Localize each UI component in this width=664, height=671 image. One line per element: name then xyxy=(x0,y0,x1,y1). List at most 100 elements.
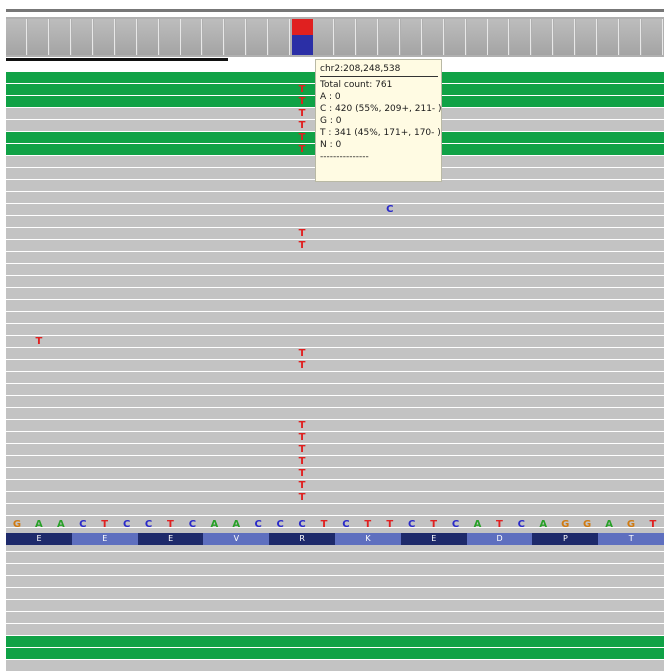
aligned-read[interactable] xyxy=(6,624,664,635)
coverage-bar[interactable] xyxy=(6,19,27,55)
aligned-read[interactable] xyxy=(6,348,664,359)
aligned-read[interactable] xyxy=(6,552,664,563)
coverage-bar[interactable] xyxy=(378,19,400,55)
amino-acid: T xyxy=(598,533,664,545)
aligned-read[interactable] xyxy=(6,492,664,503)
reference-base: A xyxy=(56,519,65,530)
aligned-read[interactable] xyxy=(6,420,664,431)
mismatch-base: T xyxy=(35,336,43,347)
aligned-read[interactable] xyxy=(6,336,664,347)
coverage-bar[interactable] xyxy=(115,19,137,55)
coverage-bar[interactable] xyxy=(181,19,203,55)
mismatch-base: T xyxy=(298,480,306,491)
aligned-read[interactable] xyxy=(6,396,664,407)
aligned-read[interactable] xyxy=(6,504,664,515)
aligned-read[interactable] xyxy=(6,288,664,299)
mismatch-base: T xyxy=(298,468,306,479)
aligned-read[interactable] xyxy=(6,600,664,611)
coverage-bar[interactable] xyxy=(554,19,576,55)
aligned-read[interactable] xyxy=(6,432,664,443)
reference-base: G xyxy=(561,519,570,530)
aligned-read[interactable] xyxy=(6,276,664,287)
mismatch-base: T xyxy=(298,132,306,143)
coverage-bar[interactable] xyxy=(488,19,510,55)
aligned-read[interactable] xyxy=(6,216,664,227)
coverage-bar[interactable] xyxy=(203,19,225,55)
mismatch-base: T xyxy=(298,120,306,131)
mismatch-base: T xyxy=(298,456,306,467)
aligned-read[interactable] xyxy=(6,300,664,311)
aligned-read[interactable] xyxy=(6,636,664,647)
reference-base: C xyxy=(298,519,306,530)
tooltip-count-c: C : 420 (55%, 209+, 211- ) xyxy=(320,104,442,114)
reference-base: A xyxy=(605,519,613,530)
aligned-read[interactable] xyxy=(6,480,664,491)
mismatch-base: T xyxy=(298,492,306,503)
coverage-bar[interactable] xyxy=(466,19,488,55)
reference-sequence-track: GAACTCCTCAACCCTCTTCTCATCAGGAGT xyxy=(6,518,664,532)
aligned-read[interactable] xyxy=(6,228,664,239)
reference-base: C xyxy=(342,519,350,530)
coverage-bar[interactable] xyxy=(620,19,642,55)
aligned-read[interactable] xyxy=(6,456,664,467)
tooltip-locus: chr2:208,248,538 xyxy=(320,64,401,74)
coverage-bar[interactable] xyxy=(269,19,291,55)
coverage-bar[interactable] xyxy=(356,19,378,55)
translation-track: EEEVRKEDPT xyxy=(6,533,664,545)
aligned-read[interactable] xyxy=(6,588,664,599)
reference-base: T xyxy=(320,519,328,530)
tooltip-count-a: A : 0 xyxy=(320,92,341,102)
aligned-read[interactable] xyxy=(6,468,664,479)
aligned-read[interactable] xyxy=(6,660,664,671)
coverage-bar[interactable] xyxy=(93,19,115,55)
coverage-bar[interactable] xyxy=(27,19,49,55)
aligned-read[interactable] xyxy=(6,312,664,323)
coverage-bar[interactable] xyxy=(641,19,663,55)
coverage-variant-bar[interactable] xyxy=(291,19,313,55)
reference-base: A xyxy=(232,519,241,530)
coverage-bar[interactable] xyxy=(334,19,356,55)
coverage-bar[interactable] xyxy=(71,19,93,55)
coverage-bar[interactable] xyxy=(313,19,335,55)
tooltip-total-count: Total count: 761 xyxy=(320,80,393,90)
reference-base: T xyxy=(386,519,394,530)
reference-base: T xyxy=(430,519,438,530)
amino-acid: V xyxy=(203,533,270,545)
aligned-read[interactable] xyxy=(6,324,664,335)
reference-base: T xyxy=(649,519,657,530)
amino-acid: K xyxy=(335,533,401,545)
aligned-read[interactable] xyxy=(6,576,664,587)
mismatch-base: T xyxy=(298,432,306,443)
aligned-read[interactable] xyxy=(6,648,664,659)
coverage-bar[interactable] xyxy=(532,19,554,55)
aligned-read[interactable] xyxy=(6,408,664,419)
aligned-read[interactable] xyxy=(6,252,664,263)
aligned-read[interactable] xyxy=(6,372,664,383)
coverage-bar[interactable] xyxy=(49,19,71,55)
coverage-bar[interactable] xyxy=(510,19,532,55)
aligned-read[interactable] xyxy=(6,240,664,251)
coverage-track[interactable] xyxy=(6,17,664,57)
coverage-bar[interactable] xyxy=(247,19,269,55)
amino-acid: E xyxy=(400,533,467,545)
coverage-bar[interactable] xyxy=(400,19,422,55)
aligned-read[interactable] xyxy=(6,264,664,275)
aligned-read[interactable] xyxy=(6,192,664,203)
aligned-read[interactable] xyxy=(6,204,664,215)
coverage-bar[interactable] xyxy=(159,19,181,55)
coverage-bar[interactable] xyxy=(598,19,620,55)
aligned-read[interactable] xyxy=(6,360,664,371)
amino-acid: E xyxy=(137,533,204,545)
coverage-bar[interactable] xyxy=(444,19,466,55)
scale-bar xyxy=(6,58,228,61)
aligned-read[interactable] xyxy=(6,612,664,623)
aligned-read[interactable] xyxy=(6,384,664,395)
aligned-read[interactable] xyxy=(6,444,664,455)
coverage-bar[interactable] xyxy=(422,19,444,55)
coverage-bar[interactable] xyxy=(576,19,598,55)
coverage-bar[interactable] xyxy=(225,19,247,55)
aligned-read[interactable] xyxy=(6,564,664,575)
mismatch-base: T xyxy=(298,240,306,251)
reference-base: T xyxy=(167,519,174,530)
coverage-bar[interactable] xyxy=(137,19,159,55)
